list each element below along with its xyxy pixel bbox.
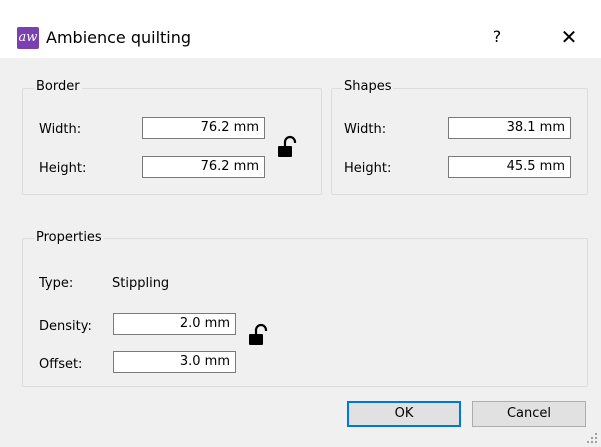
type-value: Stippling <box>112 276 170 291</box>
app-logo-icon: aw <box>17 27 39 49</box>
shapes-group-title: Shapes <box>342 79 394 95</box>
border-height-label: Height: <box>39 161 87 176</box>
title-bar: aw Ambience quilting ? ✕ <box>0 0 601 58</box>
close-button[interactable]: ✕ <box>553 22 585 52</box>
border-height-field[interactable]: 76.2 mm <box>142 156 265 178</box>
border-group-title: Border <box>34 79 82 95</box>
border-width-field[interactable]: 76.2 mm <box>142 117 265 139</box>
border-width-label: Width: <box>39 122 82 137</box>
cancel-button[interactable]: Cancel <box>472 401 586 427</box>
shapes-group <box>331 88 588 195</box>
ok-button[interactable]: OK <box>347 401 461 427</box>
resize-grip-icon[interactable] <box>586 432 598 444</box>
help-button[interactable]: ? <box>483 22 511 52</box>
shapes-height-label: Height: <box>344 161 392 176</box>
type-label: Type: <box>39 276 74 291</box>
shapes-width-label: Width: <box>344 122 387 137</box>
density-label: Density: <box>39 319 92 334</box>
properties-group-title: Properties <box>34 230 104 246</box>
shapes-height-field[interactable]: 45.5 mm <box>448 156 571 178</box>
properties-group <box>22 238 588 387</box>
properties-lock-icon[interactable] <box>247 323 269 347</box>
shapes-width-field[interactable]: 38.1 mm <box>448 117 571 139</box>
offset-label: Offset: <box>39 357 83 372</box>
window-title: Ambience quilting <box>46 28 192 47</box>
border-lock-icon[interactable] <box>276 135 298 159</box>
density-field[interactable]: 2.0 mm <box>113 313 236 335</box>
offset-field[interactable]: 3.0 mm <box>113 351 236 373</box>
